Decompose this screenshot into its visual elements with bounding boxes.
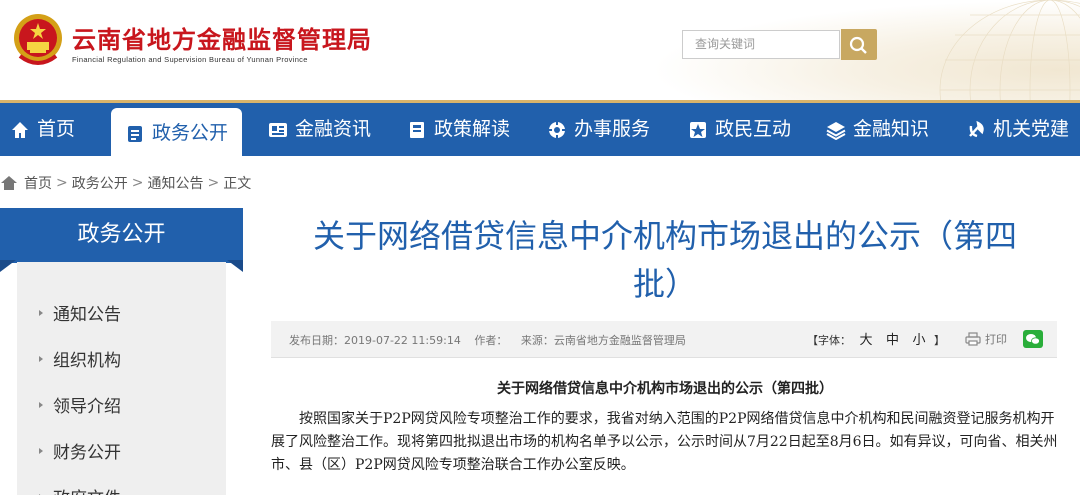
breadcrumb-government-affairs[interactable]: 政务公开 [72,173,128,193]
sidebar-menu: 通知公告 组织机构 领导介绍 财务公开 政府文件 [17,262,226,495]
font-size-large[interactable]: 大 [859,333,872,348]
breadcrumb-home[interactable]: 首页 [24,173,52,193]
search-icon [849,36,867,54]
breadcrumb-separator: > [131,175,144,191]
article-title: 关于网络借贷信息中介机构市场退出的公示（第四 批） [312,217,1017,303]
sidebar-item-government-documents[interactable]: 政府文件 [39,484,121,495]
nav-item-financial-knowledge[interactable]: 金融知识 [826,103,929,156]
font-size-medium[interactable]: 中 [886,333,899,348]
nav-item-home[interactable]: 首页 [10,103,75,156]
search-input[interactable]: 查询关键词 [682,30,840,59]
layers-icon [826,121,846,140]
sidebar-item-leaders[interactable]: 领导介绍 [39,392,121,417]
sidebar-ribbon-right [227,260,243,272]
article-meta-bar: 发布日期：2019-07-22 11:59:14 作者： 来源：云南省地方金融监… [271,321,1057,358]
source: 来源：云南省地方金融监督管理局 [520,334,686,347]
font-size-small[interactable]: 小 [912,333,925,348]
service-icon [548,120,566,139]
info-icon [269,122,287,137]
search-button[interactable] [841,29,877,60]
sidebar-item-finance[interactable]: 财务公开 [39,438,121,463]
document-icon [128,125,142,142]
interaction-icon [690,121,706,138]
breadcrumb-separator: > [207,175,220,191]
nav-item-services[interactable]: 办事服务 [547,103,650,156]
book-icon [410,121,424,138]
nav-item-party-building[interactable]: 机关党建 [966,103,1069,156]
sidebar-title: 政务公开 [0,208,243,263]
breadcrumb-notices[interactable]: 通知公告 [147,173,203,193]
wechat-share-icon[interactable] [1023,329,1043,348]
site-header: 云南省地方金融监督管理局 Financial Regulation and Su… [0,0,1080,100]
font-size-control: 【字体： 大 中 小 】 [806,333,945,348]
print-button[interactable]: 打印 [965,331,1007,347]
breadcrumb: 首页 > 政务公开 > 通知公告 > 正文 [0,172,251,194]
article-subtitle: 关于网络借贷信息中介机构市场退出的公示（第四批） [497,381,833,397]
sidebar-item-notices[interactable]: 通知公告 [39,300,121,325]
article-tools: 【字体： 大 中 小 】 打印 [807,329,1043,348]
main-nav: 首页 政务公开 金融资讯 政策解读 办事服务 政民互动 金融知识 机关党建 [0,100,1080,159]
home-icon [1,176,17,190]
site-title: 云南省地方金融监督管理局 [72,25,372,54]
sidebar-item-organization[interactable]: 组织机构 [39,346,121,371]
nav-item-policy-interpretation[interactable]: 政策解读 [407,103,510,156]
nav-item-interaction[interactable]: 政民互动 [688,103,791,156]
national-emblem-icon [14,14,62,65]
chevron-right-icon [39,355,43,362]
chevron-right-icon [39,447,43,454]
sidebar-ribbon-left [0,260,16,272]
chevron-right-icon [39,401,43,408]
chevron-right-icon [39,309,43,316]
printer-icon [965,331,981,346]
breadcrumb-separator: > [56,175,68,191]
breadcrumb-current: 正文 [223,176,252,192]
party-icon [969,120,984,137]
article-meta: 发布日期：2019-07-22 11:59:14 作者： 来源：云南省地方金融监… [289,332,696,348]
site-subtitle: Financial Regulation and Supervision Bur… [72,55,308,64]
article-body: 按照国家关于P2P网贷风险专项整治工作的要求，我省对纳入范围的P2P网络借贷信息… [271,411,1058,473]
home-icon [12,121,28,138]
publish-date: 发布日期：2019-07-22 11:59:14 [289,334,461,347]
author-label: 作者： [474,334,508,347]
nav-item-financial-news[interactable]: 金融资讯 [268,103,371,156]
nav-item-government-affairs[interactable]: 政务公开 [111,108,243,159]
